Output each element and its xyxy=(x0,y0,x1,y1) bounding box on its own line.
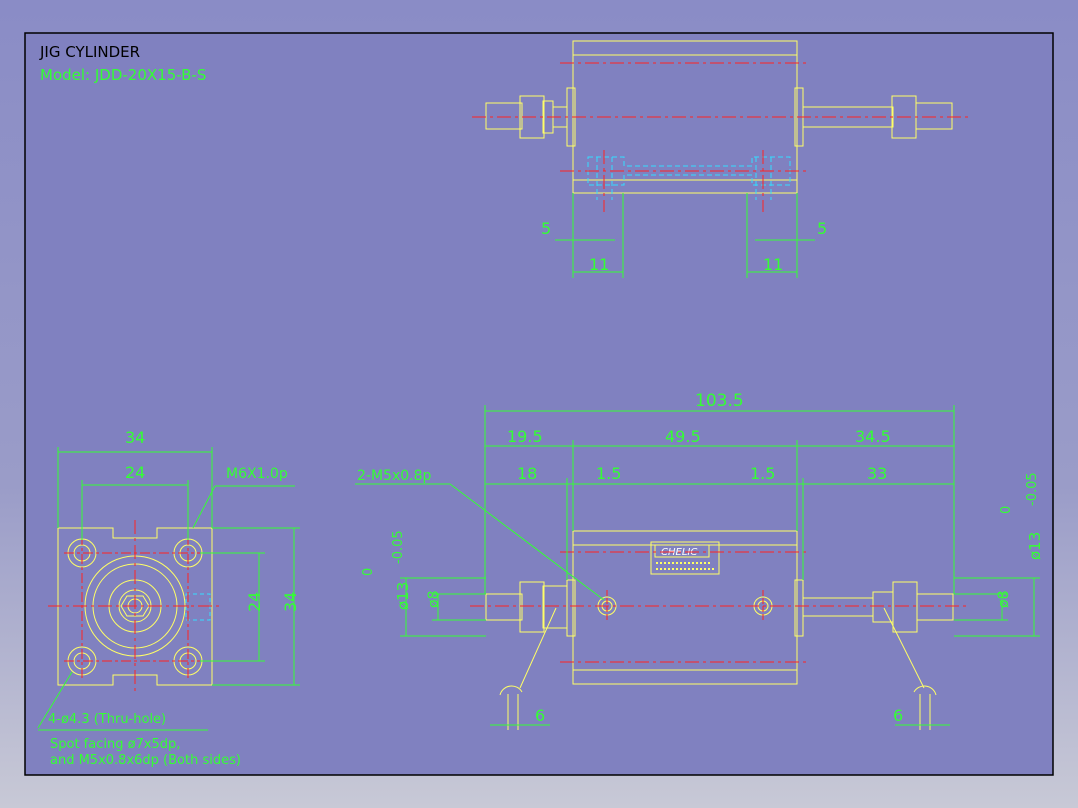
port-note: 2-M5x0.8p xyxy=(357,468,431,484)
dim-top-11-right: 11 xyxy=(763,255,783,274)
hole-note-1: 4-ø4.3 (Thru-hole) xyxy=(48,712,166,727)
dim-6-right: 6 xyxy=(893,706,903,725)
model-number: Model: JDD-20X15-B-S xyxy=(40,66,206,84)
dim-end-34-side: 34 xyxy=(281,592,300,612)
dia-left: ø13 xyxy=(394,582,412,610)
tol-right-upper: 0 xyxy=(999,506,1014,514)
dim-6-left: 6 xyxy=(535,706,545,725)
dim-1-5-left: 1.5 xyxy=(596,464,621,483)
dim-overall-length: 103.5 xyxy=(695,391,744,411)
dim-top-11-left: 11 xyxy=(589,255,609,274)
dim-top-5-left: 5 xyxy=(541,219,551,238)
drawing-frame xyxy=(24,32,1054,776)
hole-note-3: and M5x0.8x6dp (Both sides) xyxy=(50,753,241,768)
dim-18: 18 xyxy=(517,464,537,483)
tol-left-upper: 0 xyxy=(361,568,376,576)
dim-top-5-right: 5 xyxy=(817,219,827,238)
drawing-canvas: JIG CYLINDER Model: JDD-20X15-B-S 5 5 11… xyxy=(24,32,1054,776)
tol-left-lower: -0.05 xyxy=(391,530,406,564)
drawing-title: JIG CYLINDER xyxy=(39,43,140,61)
tol-right-lower: -0.05 xyxy=(1025,472,1040,506)
dim-end-24-side: 24 xyxy=(245,592,264,612)
dim-49-5: 49.5 xyxy=(665,427,701,446)
dia-left-rod: ø8 xyxy=(426,591,442,608)
thread-note: M6X1.0p xyxy=(226,466,288,482)
dim-33: 33 xyxy=(867,464,887,483)
dim-1-5-right: 1.5 xyxy=(750,464,775,483)
dia-right-rod: ø8 xyxy=(996,591,1012,608)
dim-end-24-top: 24 xyxy=(125,463,145,482)
hole-note-2: Spot facing ø7x5dp, xyxy=(50,737,180,752)
dim-19-5: 19.5 xyxy=(507,427,543,446)
dia-right: ø13 xyxy=(1026,532,1044,560)
dim-end-34-top: 34 xyxy=(125,428,145,447)
dim-34-5: 34.5 xyxy=(855,427,891,446)
